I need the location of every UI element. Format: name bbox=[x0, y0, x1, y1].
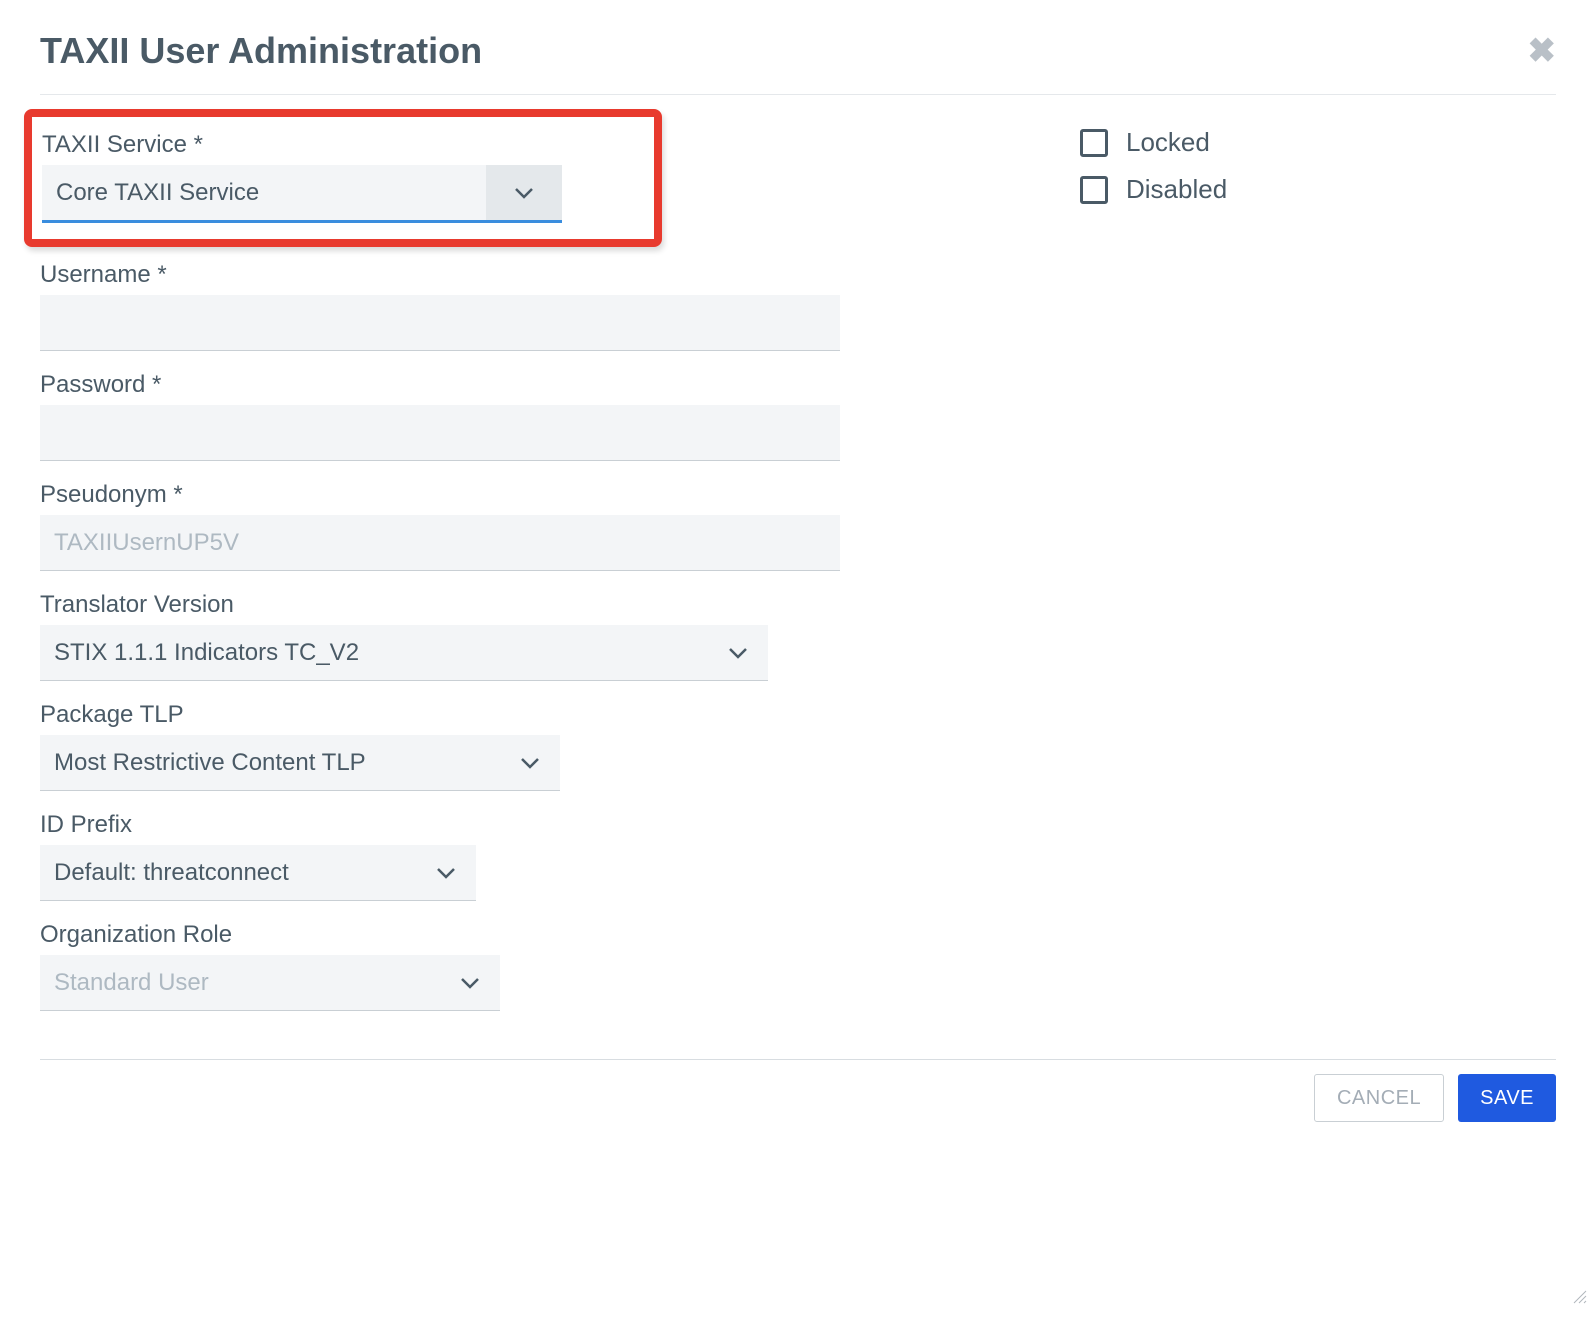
dialog-content: TAXII Service * Core TAXII Service Usern… bbox=[40, 119, 1556, 1031]
save-button[interactable]: SAVE bbox=[1458, 1074, 1556, 1122]
translator-version-value: STIX 1.1.1 Indicators TC_V2 bbox=[40, 639, 708, 667]
taxii-service-dropdown[interactable]: Core TAXII Service bbox=[42, 165, 562, 223]
package-tlp-dropdown[interactable]: Most Restrictive Content TLP bbox=[40, 735, 560, 791]
password-label: Password * bbox=[40, 371, 840, 399]
translator-version-dropdown[interactable]: STIX 1.1.1 Indicators TC_V2 bbox=[40, 625, 768, 681]
id-prefix-value: Default: threatconnect bbox=[40, 859, 416, 887]
pseudonym-input[interactable] bbox=[40, 515, 840, 571]
locked-label: Locked bbox=[1126, 127, 1210, 158]
dialog-footer: CANCEL SAVE bbox=[40, 1059, 1556, 1122]
chevron-down-icon bbox=[728, 647, 748, 659]
disabled-checkbox-row[interactable]: Disabled bbox=[1080, 174, 1240, 205]
checkbox-column: Locked Disabled bbox=[880, 119, 1240, 221]
chevron-down-icon bbox=[520, 757, 540, 769]
id-prefix-dropdown[interactable]: Default: threatconnect bbox=[40, 845, 476, 901]
translator-version-arrow bbox=[708, 647, 768, 659]
organization-role-dropdown[interactable]: Standard User bbox=[40, 955, 500, 1011]
cancel-button[interactable]: CANCEL bbox=[1314, 1074, 1444, 1122]
locked-checkbox bbox=[1080, 129, 1108, 157]
disabled-checkbox bbox=[1080, 176, 1108, 204]
username-input[interactable] bbox=[40, 295, 840, 351]
package-tlp-value: Most Restrictive Content TLP bbox=[40, 749, 500, 777]
close-icon: ✖ bbox=[1528, 32, 1557, 70]
locked-checkbox-row[interactable]: Locked bbox=[1080, 127, 1240, 158]
id-prefix-label: ID Prefix bbox=[40, 811, 840, 839]
organization-role-label: Organization Role bbox=[40, 921, 840, 949]
taxii-user-admin-dialog: TAXII User Administration ✖ TAXII Servic… bbox=[0, 0, 1596, 1142]
username-label: Username * bbox=[40, 261, 840, 289]
chevron-down-icon bbox=[436, 867, 456, 879]
password-input[interactable] bbox=[40, 405, 840, 461]
translator-version-label: Translator Version bbox=[40, 591, 840, 619]
taxii-service-highlight: TAXII Service * Core TAXII Service bbox=[24, 109, 662, 247]
chevron-down-icon bbox=[460, 977, 480, 989]
organization-role-value: Standard User bbox=[40, 969, 440, 997]
package-tlp-arrow bbox=[500, 757, 560, 769]
dialog-header: TAXII User Administration ✖ bbox=[40, 12, 1556, 95]
package-tlp-label: Package TLP bbox=[40, 701, 840, 729]
taxii-service-label: TAXII Service * bbox=[42, 131, 644, 159]
resize-handle-icon bbox=[1572, 1289, 1588, 1310]
organization-role-arrow bbox=[440, 977, 500, 989]
taxii-service-value: Core TAXII Service bbox=[42, 165, 486, 220]
disabled-label: Disabled bbox=[1126, 174, 1227, 205]
dialog-title: TAXII User Administration bbox=[40, 30, 482, 72]
chevron-down-icon bbox=[514, 187, 534, 199]
close-button[interactable]: ✖ bbox=[1528, 34, 1557, 68]
pseudonym-label: Pseudonym * bbox=[40, 481, 840, 509]
id-prefix-arrow bbox=[416, 867, 476, 879]
form-column: TAXII Service * Core TAXII Service Usern… bbox=[40, 119, 840, 1031]
taxii-service-arrow-box bbox=[486, 165, 562, 220]
